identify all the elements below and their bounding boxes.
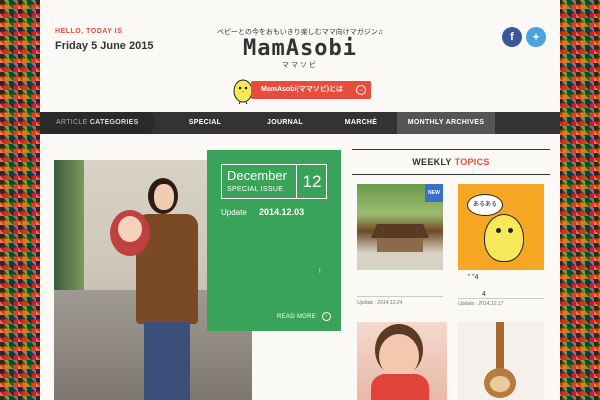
- bird-eye: [496, 228, 501, 233]
- site-logo-subtitle: ママソビ: [282, 62, 318, 69]
- today-date: Friday 5 June 2015: [55, 40, 154, 52]
- feature-card[interactable]: December SPECIAL ISSUE 12 Update 2014.12…: [207, 150, 341, 331]
- update-date: 2014.12.03: [259, 207, 305, 217]
- bird-eye: [508, 228, 513, 233]
- about-button[interactable]: MamAsobi(ママソビ)とは →: [251, 81, 371, 99]
- issue-box: December SPECIAL ISSUE 12: [221, 164, 327, 199]
- chevron-right-icon: [150, 112, 156, 134]
- bird-mascot-icon: [484, 214, 524, 262]
- arrow-right-icon: ›: [322, 312, 332, 321]
- twitter-icon[interactable]: ✦: [526, 27, 546, 47]
- divider: [458, 298, 544, 299]
- photo-mother-face: [154, 184, 174, 210]
- nav-special[interactable]: SPECIAL: [165, 112, 245, 134]
- about-button-label: MamAsobi(ママソビ)とは: [261, 86, 344, 93]
- facebook-icon[interactable]: f: [502, 27, 522, 47]
- main-nav: ARTICLE CATEGORIES SPECIAL JOURNAL MARCH…: [40, 112, 560, 134]
- read-more-link[interactable]: READ MORE ›: [277, 312, 332, 321]
- topic-caption-line2: 4: [482, 291, 486, 298]
- topic-update-stamp: Update : 2014.12.24: [357, 300, 403, 306]
- topic-thumbnail-shrine[interactable]: NEW: [357, 184, 443, 270]
- article-categories-label[interactable]: ARTICLE CATEGORIES: [40, 112, 156, 134]
- topic-thumbnail-arumaru[interactable]: あるある: [458, 184, 544, 270]
- topic-caption[interactable]: ” ”4: [468, 274, 479, 281]
- photo-girl-face: [379, 334, 419, 378]
- feature-update: Update 2014.12.03: [221, 207, 304, 217]
- new-badge: NEW: [425, 184, 443, 202]
- feature-mark: !: [319, 269, 321, 275]
- issue-month: December: [227, 168, 287, 183]
- weekly-title-a: WEEKLY: [412, 157, 452, 167]
- read-more-label: READ MORE: [277, 314, 317, 321]
- weekly-title-b: TOPICS: [454, 157, 490, 167]
- monkey-face: [490, 376, 510, 392]
- photo-baby-face: [118, 216, 142, 242]
- site-logo[interactable]: MamAsobi: [230, 36, 370, 61]
- weekly-topics-heading: WEEKLY TOPICS: [352, 157, 550, 167]
- topic-thumbnail-girl[interactable]: [357, 322, 447, 400]
- photo-girl-dress: [371, 374, 429, 400]
- page: HELLO, TODAY IS Friday 5 June 2015 ベビーとの…: [40, 0, 560, 400]
- shrine-body: [377, 238, 423, 252]
- categories-label: CATEGORIES: [89, 119, 139, 126]
- weekly-divider-bottom: [352, 174, 550, 175]
- nav-journal[interactable]: JOURNAL: [245, 112, 325, 134]
- photo-mother-jeans: [144, 322, 190, 400]
- topic-update-stamp: Update : 2014.12.17: [458, 301, 504, 307]
- weekly-divider-top: [352, 149, 550, 150]
- update-label: Update: [221, 208, 247, 217]
- divider: [357, 296, 443, 297]
- nav-monthly-archives[interactable]: MONTHLY ARCHIVES: [397, 112, 495, 134]
- toy-strap: [496, 322, 504, 370]
- shrine-roof: [371, 224, 429, 238]
- categories-prefix: ARTICLE: [56, 119, 88, 126]
- greeting-label: HELLO, TODAY IS: [55, 28, 123, 35]
- topic-thumbnail-monkey-toy[interactable]: [458, 322, 544, 400]
- issue-special-label: SPECIAL ISSUE: [227, 186, 284, 193]
- issue-number: 12: [296, 165, 327, 198]
- speech-bubble: あるある: [467, 194, 503, 216]
- arrow-right-icon: →: [356, 85, 366, 95]
- nav-marche[interactable]: MARCHÉ: [325, 112, 397, 134]
